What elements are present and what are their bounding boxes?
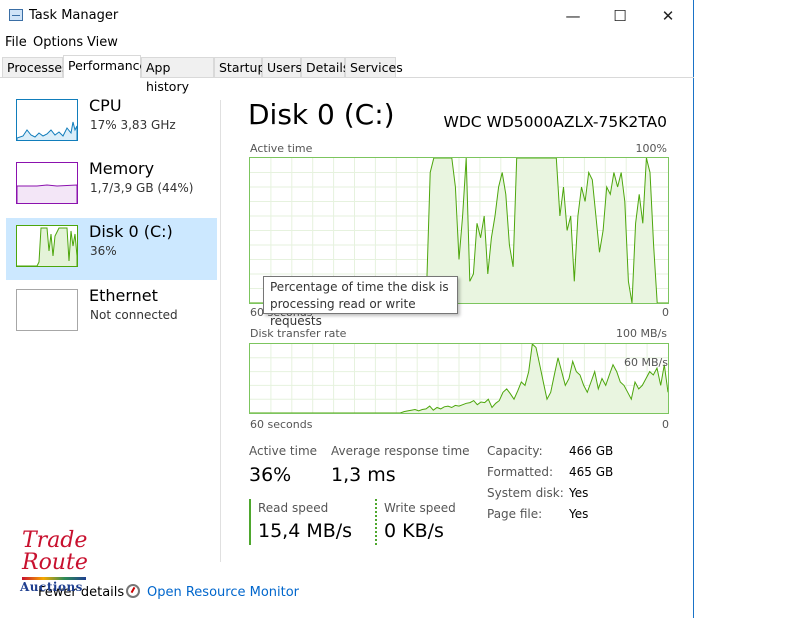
formatted-label: Formatted: xyxy=(487,465,554,479)
active-time-chart-min: 0 xyxy=(662,306,669,319)
tab-app-history[interactable]: App history xyxy=(141,57,214,94)
task-manager-window: Task Manager — ☐ ✕ File Options View Pro… xyxy=(0,0,694,618)
tab-strip: Processes Performance App history Startu… xyxy=(0,55,694,94)
capacity-value: 466 GB xyxy=(569,444,614,458)
active-time-label: Active time xyxy=(249,444,318,458)
sidebar-separator xyxy=(220,100,221,562)
sidebar-item-ethernet[interactable]: Ethernet Not connected xyxy=(6,282,217,344)
detail-title: Disk 0 (C:) xyxy=(248,98,395,131)
transfer-chart-label: Disk transfer rate xyxy=(250,327,347,340)
transfer-chart-mid: 60 MB/s xyxy=(624,356,668,369)
sidebar-memory-subtitle: 1,7/3,9 GB (44%) xyxy=(90,181,194,195)
tab-services[interactable]: Services xyxy=(345,57,403,77)
active-time-chart-max: 100% xyxy=(635,142,667,155)
read-speed-value: 15,4 MB/s xyxy=(258,520,353,542)
active-time-chart-label: Active time xyxy=(250,142,313,155)
title-bar[interactable]: Task Manager — ☐ ✕ xyxy=(0,0,694,32)
sidebar-disk-subtitle: 36% xyxy=(90,244,117,258)
window-title: Task Manager xyxy=(29,8,119,23)
minimize-button[interactable]: — xyxy=(550,0,596,32)
formatted-value: 465 GB xyxy=(569,465,614,479)
menu-bar: File Options View xyxy=(0,33,694,53)
sidebar-cpu-subtitle: 17% 3,83 GHz xyxy=(90,118,176,132)
sidebar-ethernet-title: Ethernet xyxy=(89,286,158,305)
transfer-rate-chart xyxy=(249,342,669,414)
tooltip-line-2: processing read or write requests xyxy=(270,297,416,328)
transfer-chart-max: 100 MB/s xyxy=(616,327,667,340)
trade-route-auctions-logo: Trade Route Auctions xyxy=(18,528,90,602)
disk-thumbnail-graph xyxy=(16,225,78,267)
tab-details[interactable]: Details xyxy=(301,57,349,77)
system-disk-label: System disk: xyxy=(487,486,564,500)
transfer-chart-min: 0 xyxy=(662,418,669,431)
page-file-value: Yes xyxy=(569,507,589,521)
menu-options[interactable]: Options xyxy=(33,35,83,50)
tab-processes[interactable]: Processes xyxy=(2,57,69,77)
cpu-thumbnail-graph xyxy=(16,99,78,141)
active-time-value: 36% xyxy=(249,464,292,486)
device-model: WDC WD5000AZLX-75K2TA0 xyxy=(443,113,668,131)
sidebar-item-memory[interactable]: Memory 1,7/3,9 GB (44%) xyxy=(6,155,217,217)
tab-performance[interactable]: Performance xyxy=(63,55,147,78)
tooltip: Percentage of time the disk is processin… xyxy=(263,276,458,328)
tooltip-line-1: Percentage of time the disk is xyxy=(270,280,449,294)
sidebar-memory-title: Memory xyxy=(89,159,155,178)
write-speed-value: 0 KB/s xyxy=(384,520,444,542)
ethernet-thumbnail-graph xyxy=(16,289,78,331)
resource-monitor-icon xyxy=(126,584,140,598)
page-file-label: Page file: xyxy=(487,507,543,521)
sidebar-item-cpu[interactable]: CPU 17% 3,83 GHz xyxy=(6,92,217,154)
memory-thumbnail-graph xyxy=(16,162,78,204)
tab-startup[interactable]: Startup xyxy=(214,57,265,77)
capacity-label: Capacity: xyxy=(487,444,543,458)
write-speed-indicator xyxy=(375,499,377,545)
close-button[interactable]: ✕ xyxy=(645,0,691,32)
logo-text-auctions: Auctions xyxy=(20,580,83,594)
avg-response-value: 1,3 ms xyxy=(331,464,396,486)
sidebar-item-disk0[interactable]: Disk 0 (C:) 36% xyxy=(6,218,217,280)
maximize-button[interactable]: ☐ xyxy=(597,0,643,32)
write-speed-label: Write speed xyxy=(384,501,456,515)
tab-users[interactable]: Users xyxy=(262,57,302,77)
sidebar-ethernet-subtitle: Not connected xyxy=(90,308,178,322)
logo-text-route: Route xyxy=(22,550,88,575)
open-resource-monitor-link[interactable]: Open Resource Monitor xyxy=(147,585,299,600)
sidebar-cpu-title: CPU xyxy=(89,96,122,115)
sidebar-disk-title: Disk 0 (C:) xyxy=(89,222,173,241)
read-speed-label: Read speed xyxy=(258,501,329,515)
transfer-chart-duration: 60 seconds xyxy=(250,418,313,431)
menu-file[interactable]: File xyxy=(5,35,27,50)
avg-response-label: Average response time xyxy=(331,444,470,458)
menu-view[interactable]: View xyxy=(87,35,118,50)
transfer-rate-chart-svg xyxy=(250,342,669,414)
system-disk-value: Yes xyxy=(569,486,589,500)
read-speed-indicator xyxy=(249,499,251,545)
task-manager-icon xyxy=(9,9,23,21)
